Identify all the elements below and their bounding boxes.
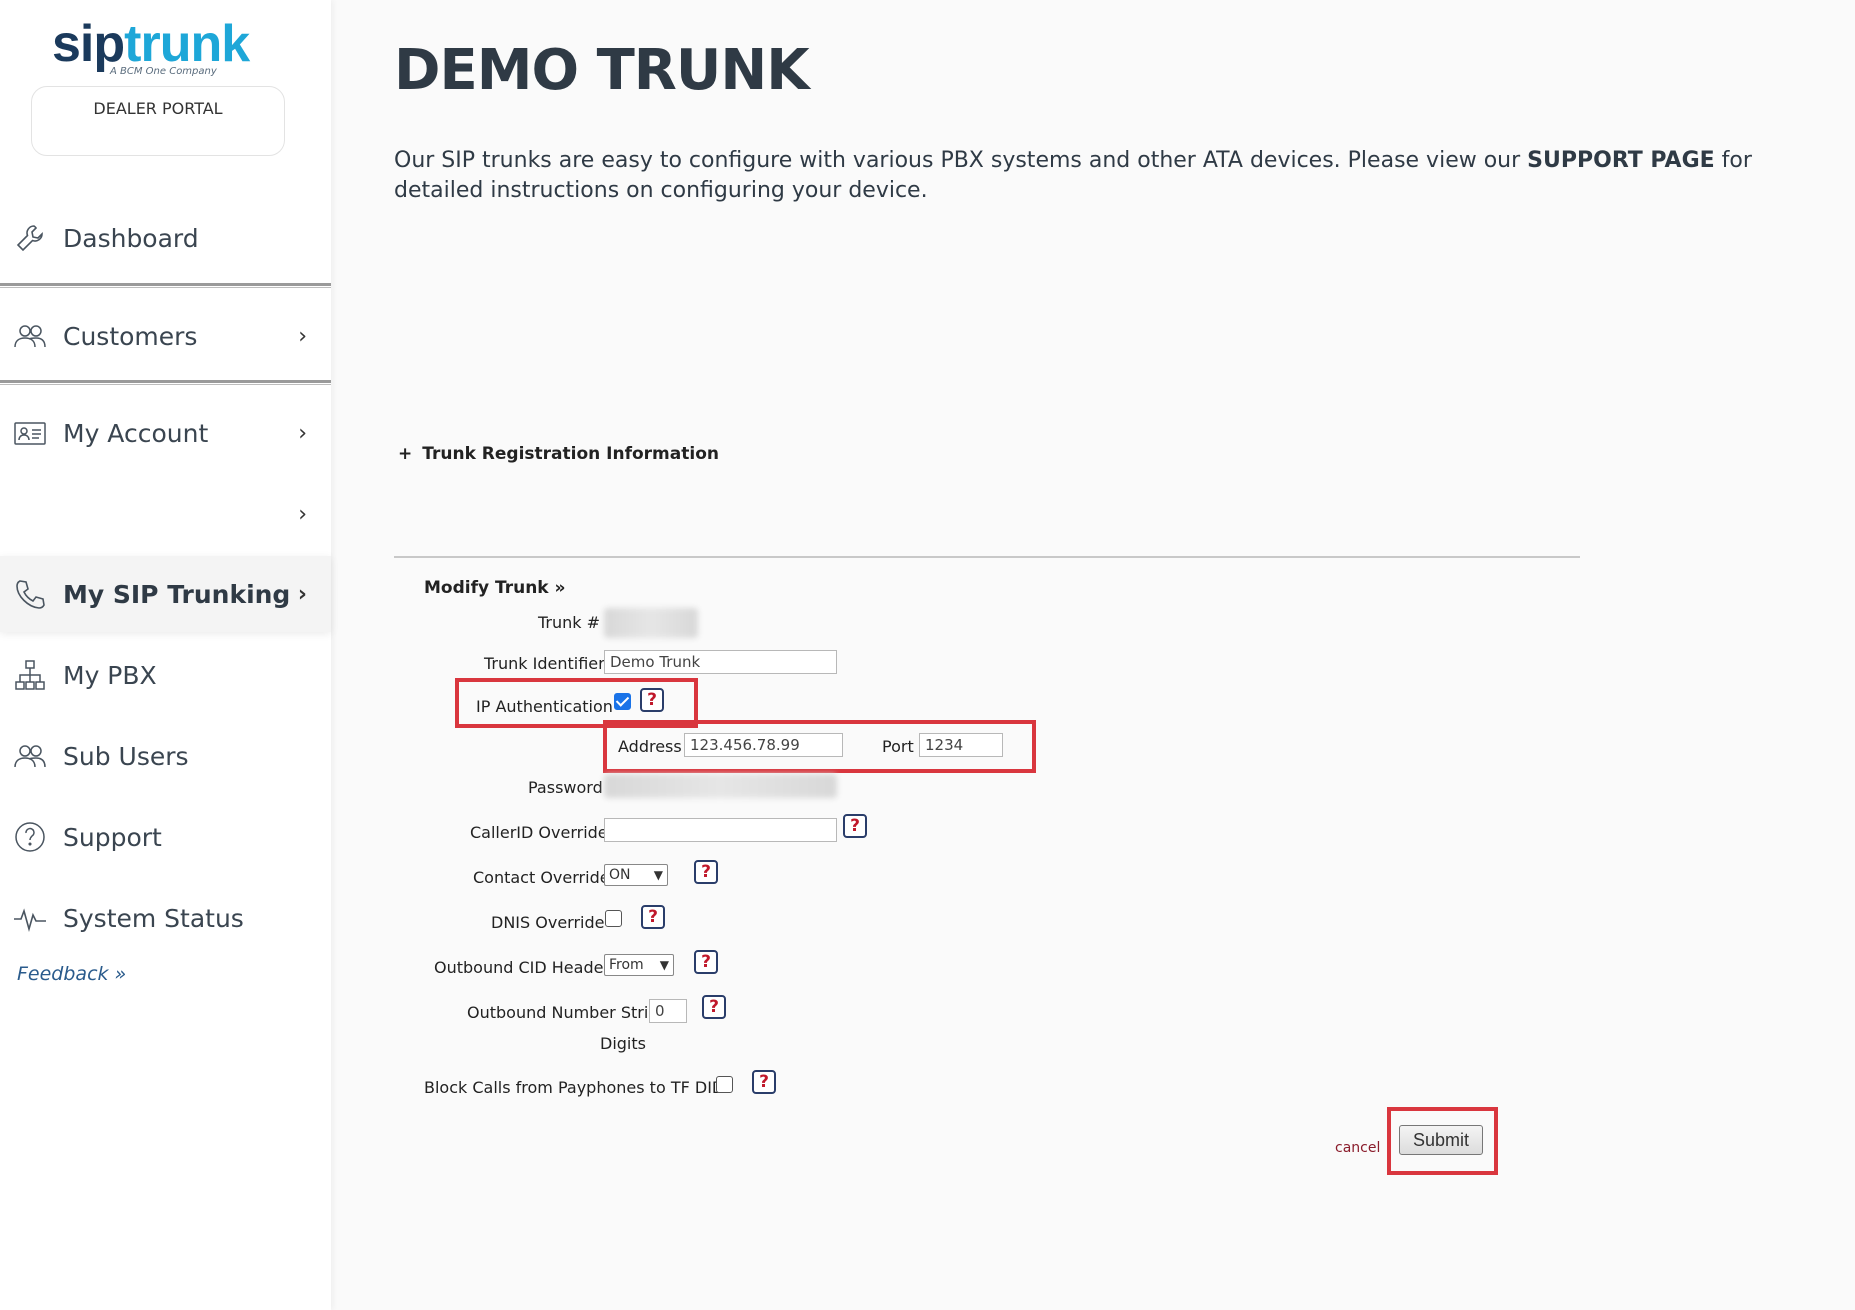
chevron-down-icon: ▼ bbox=[653, 868, 663, 882]
password-label: Password bbox=[528, 778, 603, 797]
trunk-identifier-input[interactable] bbox=[604, 650, 837, 674]
trunk-number-redacted bbox=[604, 608, 698, 638]
dealer-portal-badge: DEALER PORTAL bbox=[31, 86, 285, 156]
help-icon[interactable]: ? bbox=[752, 1070, 776, 1094]
address-input[interactable] bbox=[684, 733, 843, 757]
sidebar-item-dashboard[interactable]: Dashboard bbox=[0, 208, 331, 268]
help-icon[interactable]: ? bbox=[694, 950, 718, 974]
sidebar-item-label: Customers bbox=[63, 321, 198, 351]
logo-tagline: A BCM One Company bbox=[110, 66, 217, 77]
trunk-identifier-label: Trunk Identifier bbox=[484, 654, 605, 673]
ip-authentication-label: IP Authentication bbox=[476, 697, 613, 716]
sidebar-item-label: Support bbox=[63, 822, 162, 852]
chevron-right-icon: › bbox=[297, 581, 307, 607]
cancel-link[interactable]: cancel bbox=[1335, 1140, 1380, 1156]
siptrunk-logo[interactable]: siptrunk A BCM One Company bbox=[52, 18, 272, 80]
sidebar-item-label: Dashboard bbox=[63, 223, 199, 253]
sidebar-item-label: My PBX bbox=[63, 660, 157, 690]
trunk-registration-toggle[interactable]: + Trunk Registration Information bbox=[398, 444, 719, 464]
outbound-cid-header-label: Outbound CID Header bbox=[434, 958, 611, 977]
block-payphones-label: Block Calls from Payphones to TF DIDs bbox=[424, 1078, 733, 1097]
chevron-right-icon: › bbox=[298, 501, 307, 527]
sidebar-item-support[interactable]: Support bbox=[0, 807, 331, 867]
support-page-link[interactable]: SUPPORT PAGE bbox=[1527, 148, 1715, 173]
feedback-link[interactable]: Feedback » bbox=[17, 963, 126, 985]
password-redacted[interactable] bbox=[604, 774, 837, 798]
sidebar-divider bbox=[0, 283, 331, 288]
page-title: DEMO TRUNK bbox=[394, 38, 810, 103]
chevron-right-icon: › bbox=[298, 323, 307, 349]
dnis-override-checkbox[interactable] bbox=[605, 910, 622, 927]
question-circle-icon bbox=[12, 819, 48, 855]
sidebar-item-sub-users[interactable]: Sub Users bbox=[0, 726, 331, 786]
phone-icon bbox=[12, 576, 48, 612]
sidebar-item-label: Sub Users bbox=[63, 741, 189, 771]
sidebar-item-my-account[interactable]: My Account › bbox=[0, 403, 331, 463]
sidebar-divider bbox=[0, 380, 331, 385]
ip-authentication-checkbox[interactable] bbox=[614, 693, 631, 710]
outbound-number-strip-label: Outbound Number Strip bbox=[467, 1003, 659, 1022]
sidebar-item-label: My Account bbox=[63, 418, 209, 448]
block-payphones-checkbox[interactable] bbox=[716, 1076, 733, 1093]
outbound-number-strip-input[interactable] bbox=[649, 999, 687, 1023]
intro-text: Our SIP trunks are easy to configure wit… bbox=[394, 148, 1752, 203]
help-icon[interactable]: ? bbox=[694, 860, 718, 884]
dnis-override-label: DNIS Override bbox=[491, 913, 605, 932]
sidebar-item-my-sip-trunking[interactable]: My SIP Trunking › bbox=[0, 556, 331, 632]
sidebar-item-label: My SIP Trunking bbox=[63, 579, 291, 609]
callerid-override-label: CallerID Override bbox=[470, 823, 608, 842]
wrench-icon bbox=[12, 220, 48, 256]
logo-wordmark: siptrunk bbox=[52, 15, 250, 73]
contact-override-select[interactable]: ON ▼ bbox=[604, 864, 668, 886]
address-label: Address bbox=[618, 737, 682, 756]
chevron-down-icon: ▼ bbox=[659, 958, 669, 972]
pulse-icon bbox=[12, 900, 48, 936]
sidebar-item-my-pbx[interactable]: My PBX bbox=[0, 645, 331, 705]
outbound-cid-header-select[interactable]: From ▼ bbox=[604, 954, 674, 976]
help-icon[interactable]: ? bbox=[843, 814, 867, 838]
contact-override-label: Contact Override bbox=[473, 868, 610, 887]
help-icon[interactable]: ? bbox=[702, 995, 726, 1019]
help-icon[interactable]: ? bbox=[641, 905, 665, 929]
sidebar-item-customers[interactable]: Customers › bbox=[0, 306, 331, 366]
sidebar: siptrunk A BCM One Company DEALER PORTAL… bbox=[0, 0, 331, 1310]
sidebar-item-label: System Status bbox=[63, 903, 244, 933]
sidebar-item-unlabeled[interactable]: › bbox=[0, 484, 331, 544]
id-card-icon bbox=[12, 415, 48, 451]
trunk-number-label: Trunk # bbox=[538, 613, 601, 632]
submit-button[interactable]: Submit bbox=[1399, 1125, 1483, 1155]
users-icon bbox=[12, 738, 48, 774]
users-icon bbox=[12, 318, 48, 354]
modify-trunk-title: Modify Trunk » bbox=[424, 578, 566, 598]
chevron-right-icon: › bbox=[298, 420, 307, 446]
digits-label: Digits bbox=[600, 1034, 646, 1053]
help-icon[interactable]: ? bbox=[640, 688, 664, 712]
sidebar-item-system-status[interactable]: System Status bbox=[0, 888, 331, 948]
port-label: Port bbox=[882, 737, 914, 756]
callerid-override-input[interactable] bbox=[604, 818, 837, 842]
plus-icon: + bbox=[398, 444, 413, 464]
section-divider bbox=[394, 556, 1580, 558]
port-input[interactable] bbox=[919, 733, 1003, 757]
org-chart-icon bbox=[12, 657, 48, 693]
